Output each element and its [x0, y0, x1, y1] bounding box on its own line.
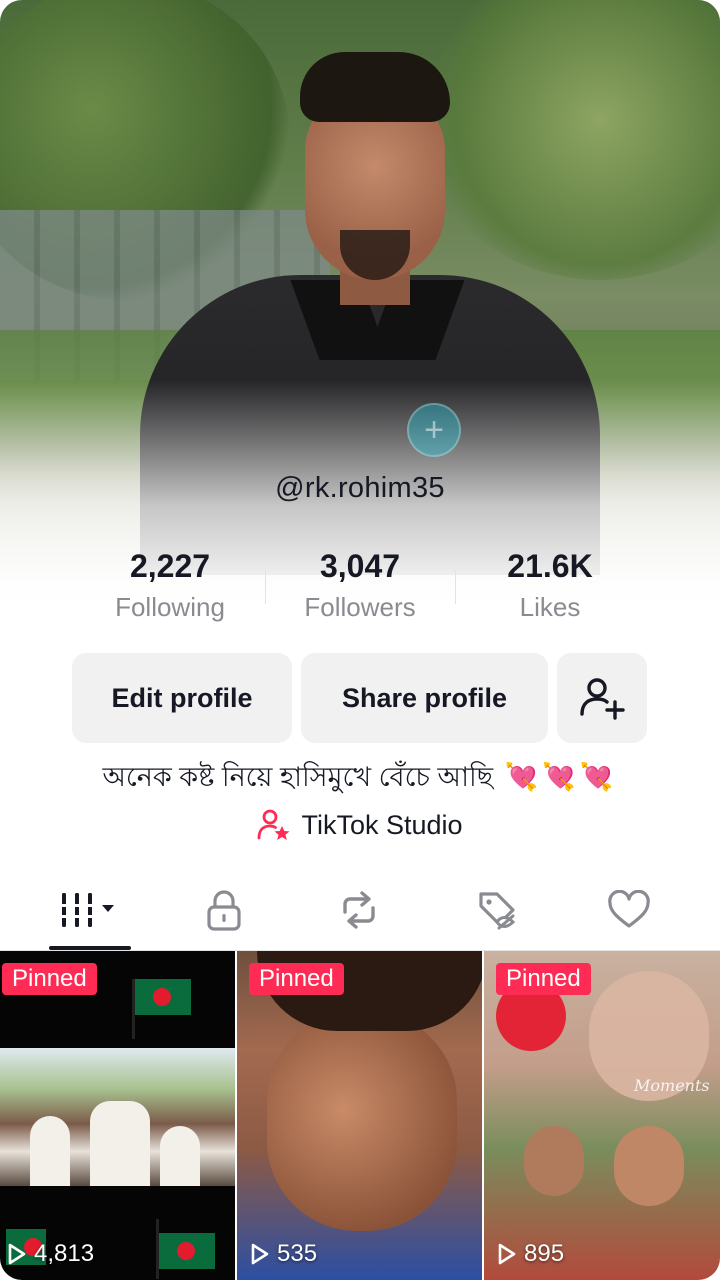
tab-reposts[interactable]	[314, 878, 404, 942]
bio-text: অনেক কষ্ট নিয়ে হাসিমুখে বেঁচে আছি	[102, 762, 494, 792]
view-count-value: 895	[524, 1240, 565, 1267]
moments-watermark: Moments	[634, 1076, 710, 1095]
username: @rk.rohim35	[275, 472, 445, 504]
video-grid: Pinned 4,813 Pinned 535 Moments Pinned 8…	[0, 951, 720, 1280]
profile-tabs	[0, 870, 720, 950]
tab-videos[interactable]	[45, 878, 135, 942]
add-friend-icon	[580, 678, 625, 720]
repost-icon	[343, 891, 375, 929]
videos-grid-icon	[62, 893, 114, 927]
bio-emoji: 💘💘💘	[504, 762, 618, 792]
tiktok-studio-link[interactable]: TikTok Studio	[0, 808, 720, 842]
stat-label: Likes	[519, 592, 581, 622]
pinned-badge: Pinned	[496, 963, 591, 995]
tab-private[interactable]	[179, 878, 269, 942]
play-icon	[251, 1243, 269, 1265]
play-icon	[498, 1243, 516, 1265]
view-count: 4,813	[8, 1240, 94, 1268]
stat-divider	[455, 570, 456, 604]
view-count: 895	[498, 1240, 564, 1268]
flag-image	[135, 979, 191, 1015]
hidden-tag-icon	[479, 892, 516, 930]
video-tile[interactable]: Pinned 4,813	[0, 951, 235, 1280]
play-icon	[8, 1243, 26, 1265]
video-thumbnail-image	[524, 1126, 584, 1196]
share-profile-button[interactable]: Share profile	[301, 653, 548, 743]
stat-followers[interactable]: 3,047 Followers	[265, 545, 455, 635]
video-thumbnail-image	[0, 1048, 235, 1186]
view-count-value: 4,813	[34, 1240, 95, 1267]
video-thumbnail-image	[267, 1011, 457, 1231]
pinned-badge: Pinned	[249, 963, 344, 995]
pinned-badge: Pinned	[2, 963, 97, 995]
edit-profile-button[interactable]: Edit profile	[72, 653, 292, 743]
heart-icon	[608, 890, 650, 928]
profile-screen: + @rk.rohim35 2,227 Following 3,047 Foll…	[0, 0, 720, 1280]
stat-value: 3,047	[319, 548, 401, 584]
lock-icon	[207, 890, 241, 931]
profile-stats: 2,227 Following 3,047 Followers 21.6K Li…	[75, 545, 645, 635]
flag-image	[159, 1233, 215, 1269]
tab-tagged-hidden[interactable]	[452, 878, 542, 942]
stat-label: Followers	[304, 592, 416, 622]
stat-value: 21.6K	[507, 548, 593, 584]
view-count: 535	[251, 1240, 317, 1268]
stat-likes[interactable]: 21.6K Likes	[455, 545, 645, 635]
add-avatar-button[interactable]: +	[407, 403, 461, 457]
stat-value: 2,227	[129, 548, 211, 584]
add-friend-button[interactable]	[557, 653, 647, 743]
plus-icon: +	[424, 411, 444, 449]
creator-star-icon	[258, 809, 290, 840]
video-tile[interactable]: Pinned 535	[237, 951, 482, 1280]
profile-bio: অনেক কষ্ট নিয়ে হাসিমুখে বেঁচে আছি 💘💘💘	[0, 757, 720, 802]
stat-label: Following	[115, 592, 225, 622]
video-thumbnail-image	[614, 1126, 684, 1206]
stat-divider	[265, 570, 266, 604]
profile-actions: Edit profile Share profile	[72, 653, 647, 743]
stat-following[interactable]: 2,227 Following	[75, 545, 265, 635]
tab-liked[interactable]	[584, 878, 674, 942]
view-count-value: 535	[277, 1240, 318, 1267]
tiktok-studio-label: TikTok Studio	[301, 809, 463, 840]
video-tile[interactable]: Moments Pinned 895	[484, 951, 720, 1280]
